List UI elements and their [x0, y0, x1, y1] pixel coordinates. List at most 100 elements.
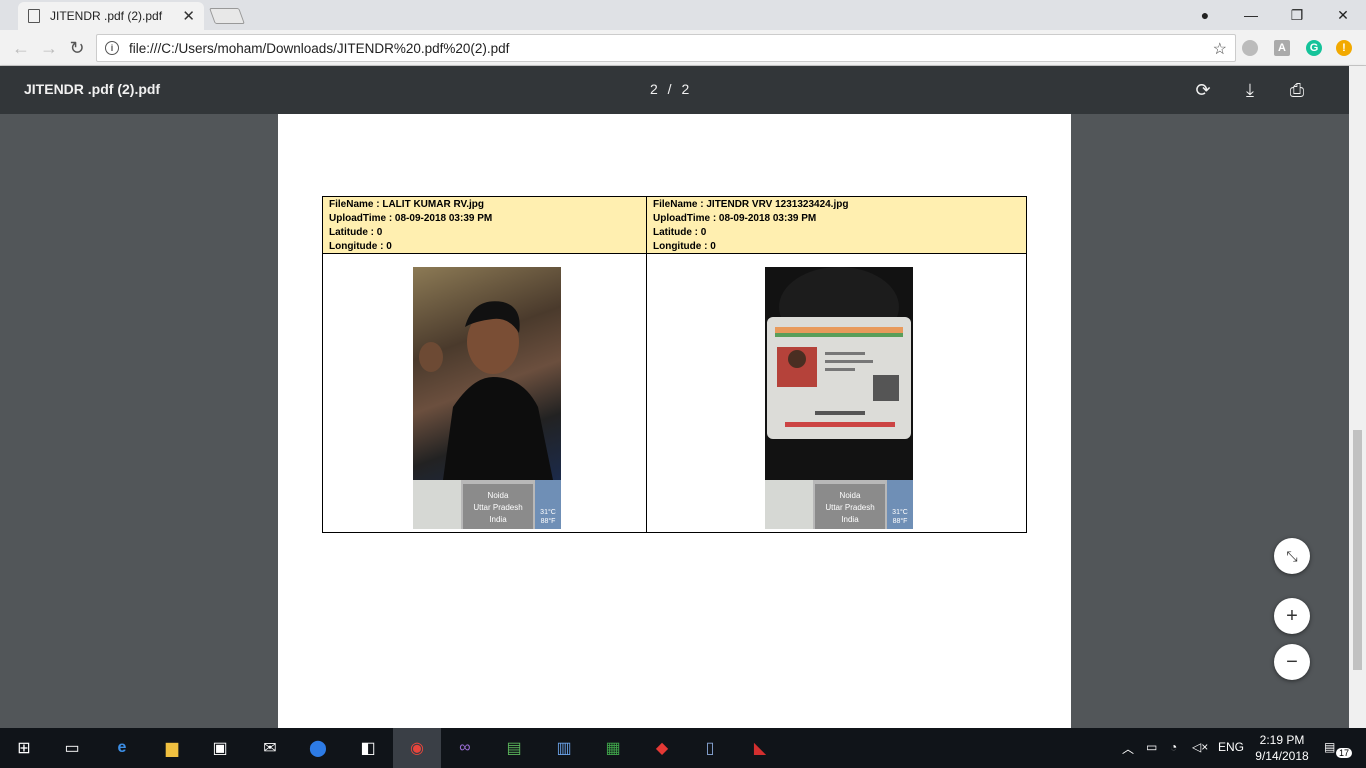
extension-icon[interactable]: [1242, 40, 1258, 56]
location-stamp: Noida Uttar Pradesh India 31°C 88°F: [413, 480, 561, 529]
chrome-icon[interactable]: ◉: [405, 736, 429, 760]
tray-chevron-icon[interactable]: ︿: [1122, 740, 1134, 757]
forward-button[interactable]: →: [38, 37, 60, 59]
chart-app-icon[interactable]: ▤: [502, 736, 526, 760]
photo-cell: Noida Uttar Pradesh India 31°C 88°F: [322, 253, 647, 533]
back-button[interactable]: ←: [10, 37, 32, 59]
address-bar[interactable]: i file:///C:/Users/moham/Downloads/JITEN…: [96, 34, 1236, 62]
notification-count: 17: [1336, 748, 1353, 758]
language-indicator[interactable]: ENG: [1218, 740, 1244, 754]
visual-studio-icon[interactable]: ∞: [453, 736, 477, 760]
wifi-icon[interactable]: ◔: [1170, 740, 1177, 754]
browser-toolbar: ← → ↻ i file:///C:/Users/moham/Downloads…: [0, 30, 1366, 66]
clock-time: 2:19 PM: [1259, 733, 1305, 747]
person-silhouette: [419, 301, 553, 480]
store-icon[interactable]: ▣: [208, 736, 232, 760]
longitude-text: Longitude : 0: [653, 241, 716, 252]
window-close-button[interactable]: ✕: [1320, 0, 1366, 30]
browser-tab[interactable]: JITENDR .pdf (2).pdf ✕: [18, 2, 204, 30]
print-icon[interactable]: ⎙: [1285, 78, 1309, 102]
latitude-text: Latitude : 0: [653, 227, 707, 238]
acrobat-icon[interactable]: ◣: [748, 736, 772, 760]
tab-title: JITENDR .pdf (2).pdf: [50, 9, 163, 23]
map-thumbnail: [765, 480, 813, 529]
photo-image: [765, 267, 913, 480]
vertical-scrollbar[interactable]: [1349, 66, 1366, 728]
stamp-state: Uttar Pradesh: [825, 503, 875, 512]
stamp-temp-f: 88°F: [892, 518, 908, 525]
task-view-icon[interactable]: ▭: [60, 736, 84, 760]
action-center-icon[interactable]: ▤: [1324, 740, 1335, 754]
filename-text: FileName : JITENDR VRV 1231323424.jpg: [653, 199, 849, 210]
pdf-toolbar: JITENDR .pdf (2).pdf 2 / 2 ⟳ ⤓ ⎙: [0, 66, 1366, 114]
bookmark-star-icon[interactable]: ☆: [1213, 39, 1227, 59]
start-icon[interactable]: ⊞: [12, 736, 36, 760]
reload-button[interactable]: ↻: [66, 37, 88, 59]
weather-badge: 31°C 88°F: [887, 480, 913, 529]
extension-a-icon[interactable]: A: [1274, 40, 1290, 56]
record-meta-cell: FileName : LALIT KUMAR RV.jpg UploadTime…: [322, 196, 647, 254]
stamp-state: Uttar Pradesh: [473, 503, 523, 512]
url-text: file:///C:/Users/moham/Downloads/JITENDR…: [129, 40, 510, 56]
new-tab-button[interactable]: [209, 8, 245, 24]
archive-app-icon[interactable]: ▯: [698, 736, 722, 760]
stamp-temp-f: 88°F: [540, 518, 556, 525]
stamp-city: Noida: [839, 491, 861, 500]
tab-close-icon[interactable]: ✕: [182, 7, 195, 25]
battery-icon[interactable]: ▭: [1146, 740, 1157, 754]
download-icon[interactable]: ⤓: [1238, 78, 1262, 102]
uploadtime-text: UploadTime : 08-09-2018 03:39 PM: [653, 213, 817, 224]
id-card-photo: Noida Uttar Pradesh India 31°C 88°F: [765, 267, 913, 529]
diamond-app-icon[interactable]: ◆: [650, 736, 674, 760]
update-alert-icon[interactable]: !: [1336, 40, 1352, 56]
location-text: Noida Uttar Pradesh India: [815, 484, 885, 529]
pdf-title: JITENDR .pdf (2).pdf: [24, 81, 161, 97]
id-card-drawing: [767, 267, 911, 439]
map-thumbnail: [413, 480, 461, 529]
mail-icon[interactable]: ✉: [258, 736, 282, 760]
zoom-in-button[interactable]: +: [1274, 598, 1310, 634]
pdf-viewer[interactable]: FileName : LALIT KUMAR RV.jpg UploadTime…: [0, 114, 1366, 728]
maps-icon[interactable]: ⬤: [306, 736, 330, 760]
document-icon: [28, 9, 40, 23]
record-table: FileName : LALIT KUMAR RV.jpg UploadTime…: [322, 196, 1027, 533]
restore-button[interactable]: ❐: [1274, 0, 1320, 30]
stamp-city: Noida: [487, 491, 509, 500]
stamp-country: India: [489, 515, 507, 524]
longitude-text: Longitude : 0: [329, 241, 392, 252]
uploadtime-text: UploadTime : 08-09-2018 03:39 PM: [329, 213, 493, 224]
profile-icon[interactable]: ●: [1182, 0, 1228, 30]
person-photo: Noida Uttar Pradesh India 31°C 88°F: [413, 267, 561, 529]
fit-to-page-button[interactable]: ⤡: [1274, 538, 1310, 574]
info-icon[interactable]: i: [105, 41, 119, 55]
stamp-temp-c: 31°C: [892, 509, 908, 516]
location-text: Noida Uttar Pradesh India: [463, 484, 533, 529]
filename-text: FileName : LALIT KUMAR RV.jpg: [329, 199, 485, 210]
windows-taskbar: ⊞ ▭ e ▆ ▣ ✉ ⬤ ◧ ◉ ∞ ▤ ▥ ▦ ◆ ▯ ◣ ︿ ▭ ◔ ◁×…: [0, 728, 1366, 768]
clock-date: 9/14/2018: [1255, 749, 1309, 763]
file-explorer-icon[interactable]: ▆: [160, 736, 184, 760]
location-stamp: Noida Uttar Pradesh India 31°C 88°F: [765, 480, 913, 529]
spreadsheet-icon[interactable]: ▦: [601, 736, 625, 760]
stamp-country: India: [841, 515, 859, 524]
record-meta: FileName : LALIT KUMAR RV.jpg UploadTime…: [323, 197, 646, 253]
scrollbar-thumb[interactable]: [1353, 430, 1362, 670]
pdf-page: FileName : LALIT KUMAR RV.jpg UploadTime…: [278, 114, 1071, 728]
stamp-temp-c: 31°C: [540, 509, 556, 516]
network-app-icon[interactable]: ▥: [552, 736, 576, 760]
weather-badge: 31°C 88°F: [535, 480, 561, 529]
sticky-notes-icon[interactable]: ◧: [356, 736, 380, 760]
system-clock[interactable]: 2:19 PM 9/14/2018: [1250, 732, 1314, 764]
zoom-out-button[interactable]: −: [1274, 644, 1310, 680]
latitude-text: Latitude : 0: [329, 227, 383, 238]
rotate-icon[interactable]: ⟳: [1191, 78, 1215, 102]
grammarly-icon[interactable]: G: [1306, 40, 1322, 56]
edge-icon[interactable]: e: [110, 736, 134, 760]
record-meta-cell: FileName : JITENDR VRV 1231323424.jpg Up…: [646, 196, 1027, 254]
minimize-button[interactable]: —: [1228, 0, 1274, 30]
volume-muted-icon[interactable]: ◁×: [1192, 740, 1208, 754]
page-indicator[interactable]: 2 / 2: [650, 81, 689, 97]
photo-cell: Noida Uttar Pradesh India 31°C 88°F: [646, 253, 1027, 533]
record-meta: FileName : JITENDR VRV 1231323424.jpg Up…: [647, 197, 1026, 253]
photo-image: [413, 267, 561, 480]
